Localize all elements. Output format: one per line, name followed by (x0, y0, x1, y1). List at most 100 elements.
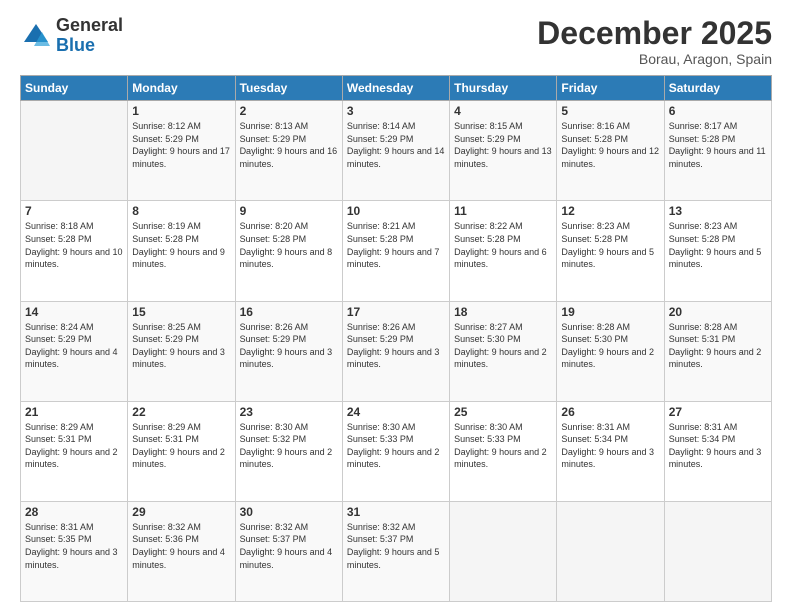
day-number: 12 (561, 204, 659, 218)
day-number: 6 (669, 104, 767, 118)
day-number: 18 (454, 305, 552, 319)
day-header-thursday: Thursday (450, 76, 557, 101)
logo: General Blue (20, 16, 123, 56)
day-number: 7 (25, 204, 123, 218)
cell-details: Sunrise: 8:29 AMSunset: 5:31 PMDaylight:… (132, 421, 230, 471)
day-number: 17 (347, 305, 445, 319)
day-number: 24 (347, 405, 445, 419)
day-number: 16 (240, 305, 338, 319)
cell-details: Sunrise: 8:20 AMSunset: 5:28 PMDaylight:… (240, 220, 338, 270)
page-container: General Blue December 2025 Borau, Aragon… (0, 0, 792, 612)
day-number: 10 (347, 204, 445, 218)
week-row-4: 21 Sunrise: 8:29 AMSunset: 5:31 PMDayligh… (21, 401, 772, 501)
title-area: December 2025 Borau, Aragon, Spain (537, 16, 772, 67)
calendar-cell: 7Sunrise: 8:18 AMSunset: 5:28 PMDaylight… (21, 201, 128, 301)
logo-text: General Blue (56, 16, 123, 56)
day-number: 30 (240, 505, 338, 519)
calendar-cell: 1 Sunrise: 8:12 AMSunset: 5:29 PMDaylight… (128, 101, 235, 201)
cell-details: Sunrise: 8:19 AMSunset: 5:28 PMDaylight:… (132, 220, 230, 270)
cell-details: Sunrise: 8:28 AMSunset: 5:30 PMDaylight:… (561, 321, 659, 371)
calendar-table: SundayMondayTuesdayWednesdayThursdayFrid… (20, 75, 772, 602)
cell-details: Sunrise: 8:24 AMSunset: 5:29 PMDaylight:… (25, 321, 123, 371)
calendar-cell: 16 Sunrise: 8:26 AMSunset: 5:29 PMDayligh… (235, 301, 342, 401)
calendar-cell: 20 Sunrise: 8:28 AMSunset: 5:31 PMDayligh… (664, 301, 771, 401)
day-number: 21 (25, 405, 123, 419)
calendar-cell (21, 101, 128, 201)
calendar-cell (450, 501, 557, 601)
calendar-cell: 2 Sunrise: 8:13 AMSunset: 5:29 PMDaylight… (235, 101, 342, 201)
calendar-cell: 6Sunrise: 8:17 AMSunset: 5:28 PMDaylight… (664, 101, 771, 201)
cell-details: Sunrise: 8:15 AMSunset: 5:29 PMDaylight:… (454, 120, 552, 170)
cell-details: Sunrise: 8:27 AMSunset: 5:30 PMDaylight:… (454, 321, 552, 371)
day-number: 23 (240, 405, 338, 419)
calendar-cell: 9Sunrise: 8:20 AMSunset: 5:28 PMDaylight… (235, 201, 342, 301)
calendar-cell (557, 501, 664, 601)
calendar-cell: 17 Sunrise: 8:26 AMSunset: 5:29 PMDayligh… (342, 301, 449, 401)
day-number: 2 (240, 104, 338, 118)
cell-details: Sunrise: 8:22 AMSunset: 5:28 PMDaylight:… (454, 220, 552, 270)
calendar-cell: 15Sunrise: 8:25 AMSunset: 5:29 PMDayligh… (128, 301, 235, 401)
header-row: SundayMondayTuesdayWednesdayThursdayFrid… (21, 76, 772, 101)
day-number: 13 (669, 204, 767, 218)
day-number: 8 (132, 204, 230, 218)
calendar-cell: 24Sunrise: 8:30 AMSunset: 5:33 PMDayligh… (342, 401, 449, 501)
calendar-cell: 11 Sunrise: 8:22 AMSunset: 5:28 PMDayligh… (450, 201, 557, 301)
calendar-cell: 3 Sunrise: 8:14 AMSunset: 5:29 PMDaylight… (342, 101, 449, 201)
week-row-1: 1 Sunrise: 8:12 AMSunset: 5:29 PMDaylight… (21, 101, 772, 201)
logo-general: General (56, 16, 123, 36)
cell-details: Sunrise: 8:13 AMSunset: 5:29 PMDaylight:… (240, 120, 338, 170)
cell-details: Sunrise: 8:16 AMSunset: 5:28 PMDaylight:… (561, 120, 659, 170)
day-number: 29 (132, 505, 230, 519)
calendar-cell: 12 Sunrise: 8:23 AMSunset: 5:28 PMDayligh… (557, 201, 664, 301)
calendar-cell: 29 Sunrise: 8:32 AMSunset: 5:36 PMDayligh… (128, 501, 235, 601)
calendar-cell: 21 Sunrise: 8:29 AMSunset: 5:31 PMDayligh… (21, 401, 128, 501)
logo-icon (20, 20, 52, 52)
cell-details: Sunrise: 8:31 AMSunset: 5:34 PMDaylight:… (669, 421, 767, 471)
day-header-sunday: Sunday (21, 76, 128, 101)
day-header-monday: Monday (128, 76, 235, 101)
cell-details: Sunrise: 8:31 AMSunset: 5:35 PMDaylight:… (25, 521, 123, 571)
calendar-cell: 25Sunrise: 8:30 AMSunset: 5:33 PMDayligh… (450, 401, 557, 501)
cell-details: Sunrise: 8:26 AMSunset: 5:29 PMDaylight:… (240, 321, 338, 371)
calendar-cell: 8 Sunrise: 8:19 AMSunset: 5:28 PMDaylight… (128, 201, 235, 301)
day-number: 27 (669, 405, 767, 419)
calendar-cell: 5Sunrise: 8:16 AMSunset: 5:28 PMDaylight… (557, 101, 664, 201)
day-number: 11 (454, 204, 552, 218)
day-number: 3 (347, 104, 445, 118)
day-number: 1 (132, 104, 230, 118)
cell-details: Sunrise: 8:28 AMSunset: 5:31 PMDaylight:… (669, 321, 767, 371)
week-row-3: 14 Sunrise: 8:24 AMSunset: 5:29 PMDayligh… (21, 301, 772, 401)
day-header-saturday: Saturday (664, 76, 771, 101)
cell-details: Sunrise: 8:23 AMSunset: 5:28 PMDaylight:… (561, 220, 659, 270)
cell-details: Sunrise: 8:14 AMSunset: 5:29 PMDaylight:… (347, 120, 445, 170)
day-number: 14 (25, 305, 123, 319)
day-header-wednesday: Wednesday (342, 76, 449, 101)
cell-details: Sunrise: 8:30 AMSunset: 5:32 PMDaylight:… (240, 421, 338, 471)
calendar-cell: 19 Sunrise: 8:28 AMSunset: 5:30 PMDayligh… (557, 301, 664, 401)
day-number: 31 (347, 505, 445, 519)
day-header-tuesday: Tuesday (235, 76, 342, 101)
calendar-cell (664, 501, 771, 601)
day-header-friday: Friday (557, 76, 664, 101)
calendar-cell: 18 Sunrise: 8:27 AMSunset: 5:30 PMDayligh… (450, 301, 557, 401)
day-number: 20 (669, 305, 767, 319)
calendar-cell: 27 Sunrise: 8:31 AMSunset: 5:34 PMDayligh… (664, 401, 771, 501)
cell-details: Sunrise: 8:12 AMSunset: 5:29 PMDaylight:… (132, 120, 230, 170)
day-number: 25 (454, 405, 552, 419)
cell-details: Sunrise: 8:23 AMSunset: 5:28 PMDaylight:… (669, 220, 767, 270)
day-number: 15 (132, 305, 230, 319)
calendar-cell: 26Sunrise: 8:31 AMSunset: 5:34 PMDayligh… (557, 401, 664, 501)
day-number: 19 (561, 305, 659, 319)
week-row-5: 28 Sunrise: 8:31 AMSunset: 5:35 PMDayligh… (21, 501, 772, 601)
cell-details: Sunrise: 8:26 AMSunset: 5:29 PMDaylight:… (347, 321, 445, 371)
cell-details: Sunrise: 8:32 AMSunset: 5:36 PMDaylight:… (132, 521, 230, 571)
calendar-cell: 22Sunrise: 8:29 AMSunset: 5:31 PMDayligh… (128, 401, 235, 501)
week-row-2: 7Sunrise: 8:18 AMSunset: 5:28 PMDaylight… (21, 201, 772, 301)
day-number: 28 (25, 505, 123, 519)
month-title: December 2025 (537, 16, 772, 51)
header: General Blue December 2025 Borau, Aragon… (20, 16, 772, 67)
cell-details: Sunrise: 8:29 AMSunset: 5:31 PMDaylight:… (25, 421, 123, 471)
day-number: 26 (561, 405, 659, 419)
cell-details: Sunrise: 8:32 AMSunset: 5:37 PMDaylight:… (240, 521, 338, 571)
calendar-cell: 14 Sunrise: 8:24 AMSunset: 5:29 PMDayligh… (21, 301, 128, 401)
